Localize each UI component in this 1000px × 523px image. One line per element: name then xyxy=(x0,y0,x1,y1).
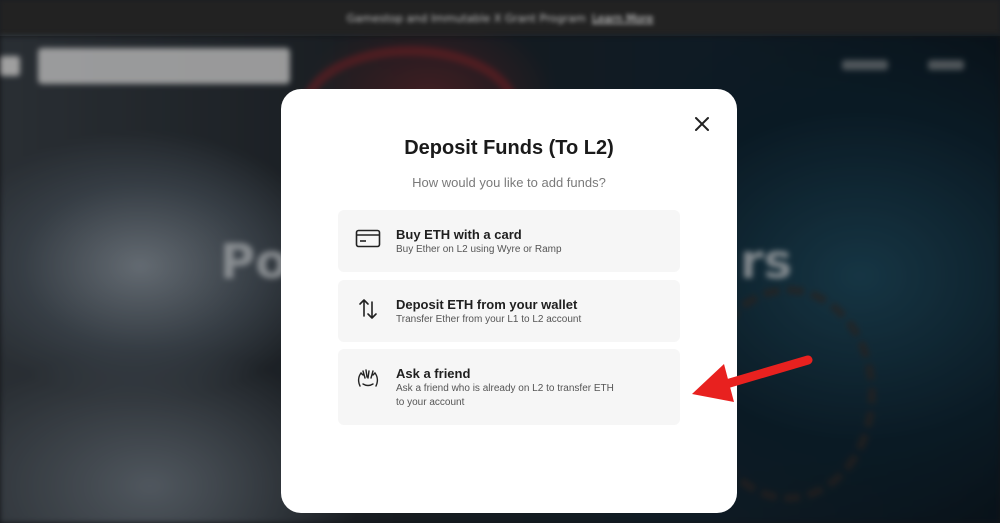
deposit-eth-wallet-option[interactable]: Deposit ETH from your wallet Transfer Et… xyxy=(338,280,680,342)
option-title: Buy ETH with a card xyxy=(396,227,522,242)
modal-title: Deposit Funds (To L2) xyxy=(404,137,614,159)
option-title: Ask a friend xyxy=(396,366,471,381)
deposit-funds-modal: Deposit Funds (To L2) How would you like… xyxy=(281,89,737,513)
banner-learn-more-link[interactable]: Learn More xyxy=(592,12,654,25)
option-description: Transfer Ether from your L1 to L2 accoun… xyxy=(396,314,582,325)
announcement-banner: Gamestop and Immutable X Grant Program L… xyxy=(0,0,1000,36)
ask-a-friend-option[interactable]: Ask a friend Ask a friend who is already… xyxy=(338,349,680,425)
buy-eth-card-option[interactable]: Buy ETH with a card Buy Ether on L2 usin… xyxy=(338,210,680,272)
modal-subtitle: How would you like to add funds? xyxy=(412,175,606,190)
option-description: Ask a friend who is already on L2 to tra… xyxy=(396,383,614,408)
transfer-arrows-icon xyxy=(355,296,381,322)
close-icon[interactable] xyxy=(691,113,713,135)
red-arrow-annotation-icon xyxy=(690,350,815,410)
banner-text: Gamestop and Immutable X Grant Program xyxy=(346,11,586,25)
option-title: Deposit ETH from your wallet xyxy=(396,297,578,312)
option-description: Buy Ether on L2 using Wyre or Ramp xyxy=(396,244,562,255)
hands-icon xyxy=(355,366,381,392)
credit-card-icon xyxy=(355,226,381,252)
